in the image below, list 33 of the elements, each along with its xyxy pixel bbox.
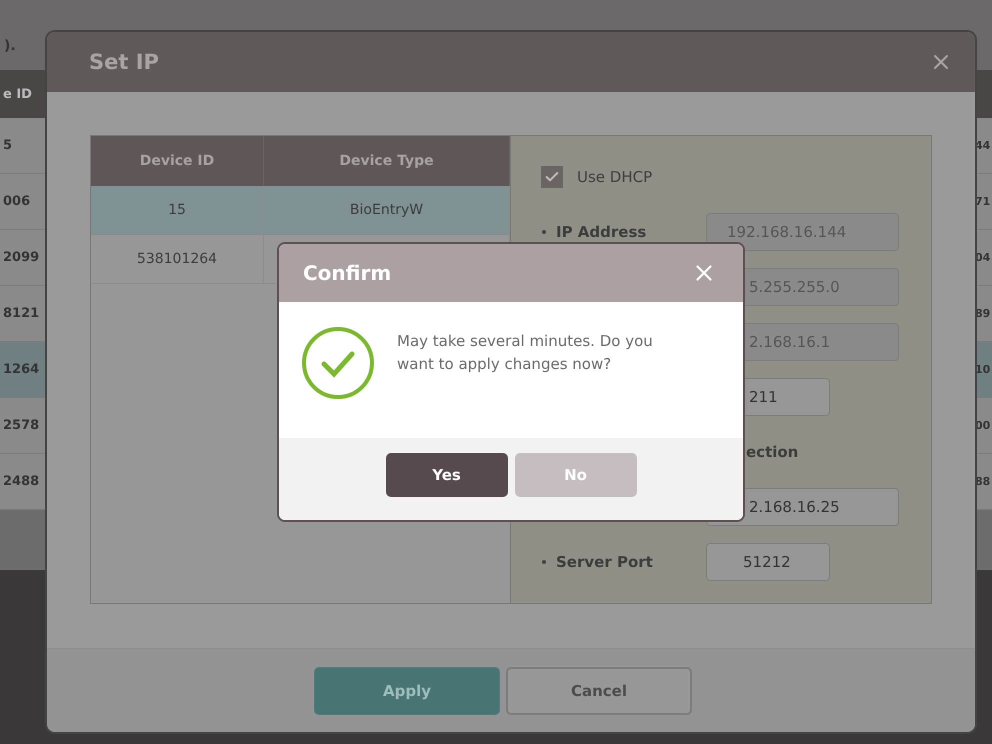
bullet-icon	[542, 560, 546, 564]
table-cell: 006	[3, 194, 30, 209]
field-label: IP Address	[556, 223, 646, 241]
table-cell[interactable]: BioEntryW	[264, 186, 510, 235]
apply-button[interactable]: Apply	[314, 666, 500, 714]
table-cell: 10	[975, 363, 990, 376]
table-cell: 1264	[3, 362, 40, 377]
field-label: Server Port	[556, 553, 653, 571]
section-heading: ection	[745, 443, 798, 461]
input-field[interactable]: 51212	[706, 543, 830, 581]
column-header: Device ID	[91, 136, 264, 186]
no-button[interactable]: No	[514, 453, 636, 497]
table-cell: 8121	[3, 306, 40, 321]
column-header: Device Type	[264, 136, 510, 186]
check-circle-icon	[301, 326, 375, 400]
page-text: ).	[4, 38, 16, 54]
table-cell: 2099	[3, 250, 40, 265]
dialog-title: Confirm	[303, 261, 392, 285]
table-cell: 2488	[3, 474, 40, 489]
table-footer	[0, 510, 47, 570]
table-cell[interactable]: 15	[91, 186, 264, 235]
yes-button[interactable]: Yes	[386, 453, 508, 497]
table-cell: 2578	[3, 418, 40, 433]
column-header: e ID	[3, 86, 32, 102]
bullet-icon	[542, 230, 546, 234]
table-cell[interactable]: 538101264	[91, 235, 264, 284]
checkbox[interactable]	[541, 166, 563, 188]
cancel-button[interactable]: Cancel	[506, 666, 692, 714]
table-cell: 5	[3, 138, 12, 153]
checkbox-label: Use DHCP	[577, 168, 652, 186]
confirm-message: May take several minutes. Do you want to apply changes now?	[397, 331, 654, 375]
table-cell: 71	[975, 195, 990, 208]
dialog-title: Set IP	[89, 50, 159, 74]
